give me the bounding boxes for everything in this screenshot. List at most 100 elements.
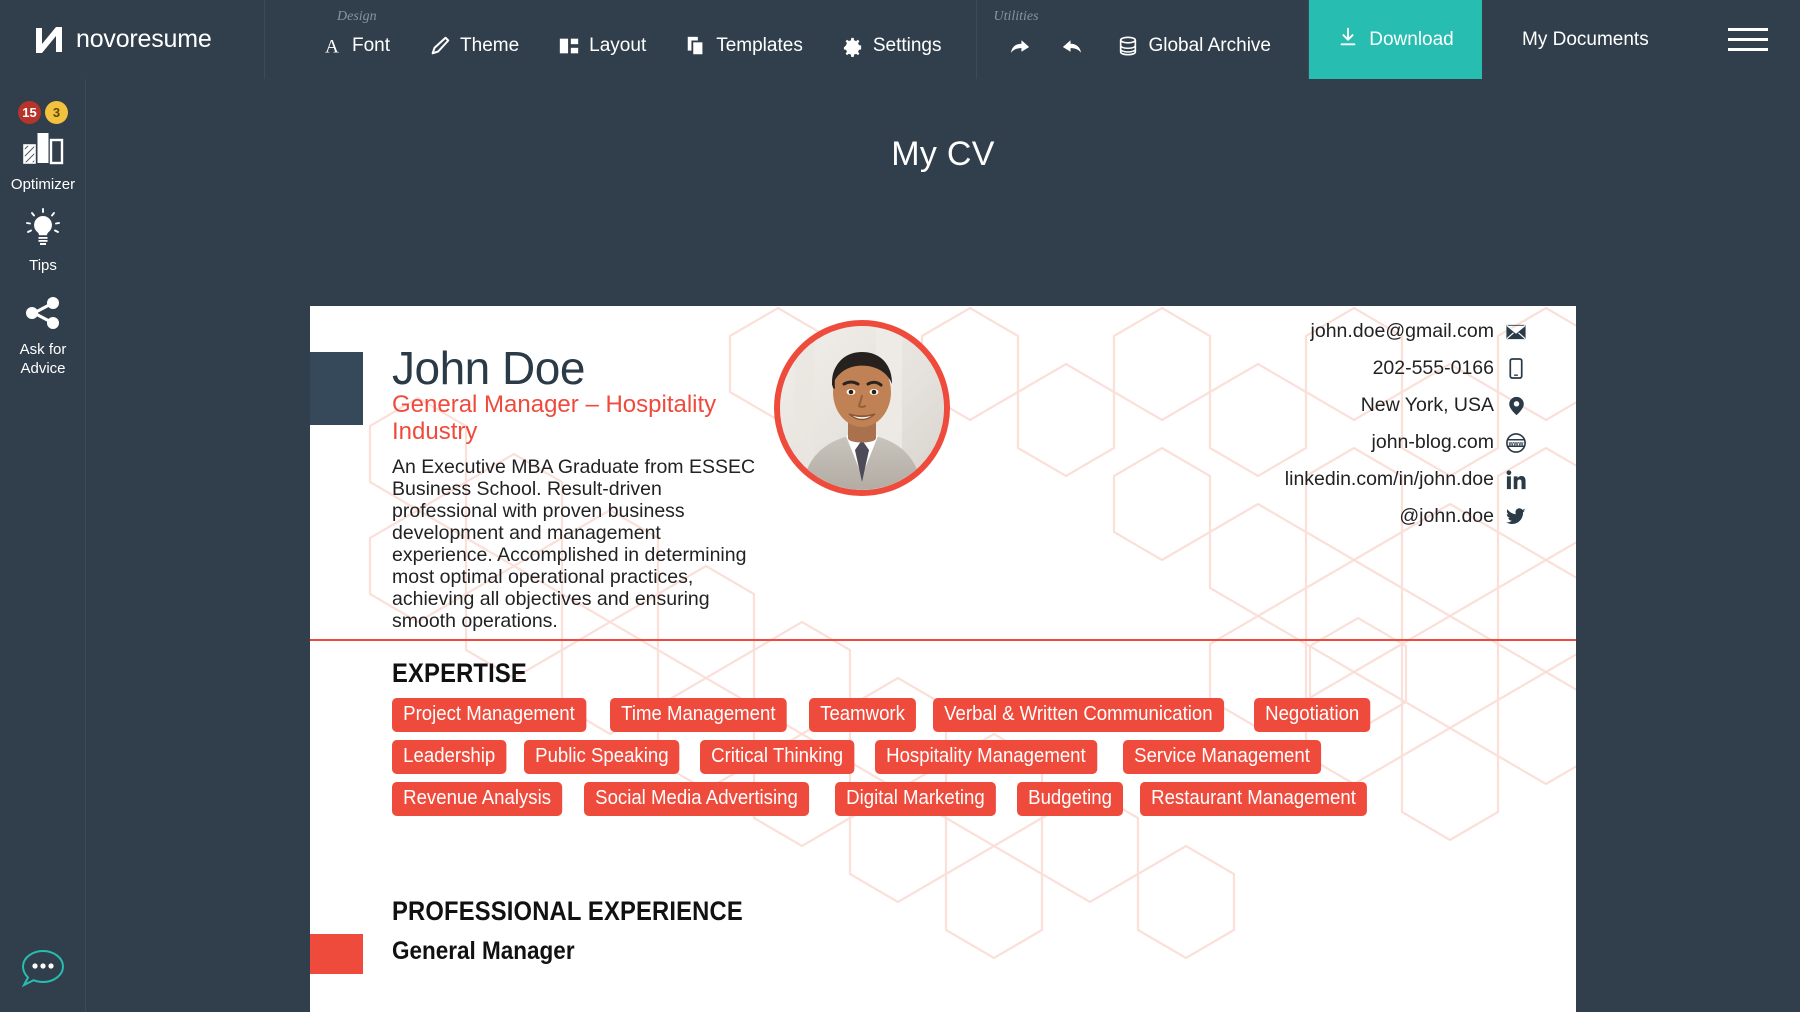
status-badge-errors: 15 [18, 101, 41, 124]
expertise-tag[interactable]: Time Management [609, 698, 787, 732]
menu-item-settings-label: Settings [872, 35, 942, 56]
contact-item-phone[interactable]: 202-555-0166 [1373, 353, 1526, 384]
chat-bubble-dots-icon[interactable] [20, 948, 66, 990]
contact-location-text: New York, USA [1360, 394, 1494, 416]
expertise-tag[interactable]: Budgeting [1016, 782, 1123, 816]
download-arrow-icon [1337, 26, 1359, 54]
sidebar-item-optimizer-label: Optimizer [10, 176, 76, 193]
sidebar-item-ask-for-advice-label: Ask for Advice [19, 341, 67, 377]
menu-item-templates-label: Templates [716, 35, 803, 56]
expertise-tag[interactable]: Project Management [392, 698, 586, 732]
download-button[interactable]: Download [1309, 0, 1482, 79]
expertise-tag[interactable]: Critical Thinking [700, 740, 855, 774]
contact-phone-text: 202-555-0166 [1372, 357, 1494, 379]
brand-name: novoresume [76, 25, 212, 53]
gear-icon [841, 35, 864, 58]
website-www-icon: www [1506, 432, 1526, 453]
menu-item-font[interactable]: A Font [301, 29, 409, 63]
expertise-tag[interactable]: Service Management [1122, 740, 1321, 774]
brand-logo-area[interactable]: novoresume [0, 0, 265, 79]
contact-twitter-text: @john.doe [1399, 505, 1494, 527]
svg-text:www: www [1508, 440, 1524, 447]
contact-linkedin-text: linkedin.com/in/john.doe [1284, 468, 1494, 490]
design-menu-group: Design A Font Theme Layout Templates Set… [301, 0, 978, 79]
cv-document[interactable]: John Doe General Manager – Hospitality I… [310, 306, 1576, 1012]
section-heading-professional-experience: PROFESSIONAL EXPERIENCE [392, 896, 743, 926]
expertise-tag[interactable]: Negotiation [1254, 698, 1371, 732]
sidebar-item-optimizer[interactable]: 15 3 Optimizer [0, 101, 86, 194]
expertise-tag[interactable]: Teamwork [808, 698, 916, 732]
contact-list: john.doe@gmail.com 202-555-0166 New York… [1285, 316, 1526, 532]
hamburger-line [1728, 48, 1768, 51]
experience-accent-block [310, 934, 363, 974]
cv-job-role: General Manager – Hospitality Industry [392, 391, 717, 445]
menu-item-theme[interactable]: Theme [409, 29, 538, 63]
page-title: My CV [891, 135, 995, 173]
header-accent-block [310, 352, 363, 425]
utilities-menu-group: Utilities Global Archive [977, 0, 1309, 79]
expertise-tag[interactable]: Leadership [392, 740, 507, 774]
undo-button[interactable] [995, 29, 1046, 63]
expertise-tag[interactable]: Restaurant Management [1139, 782, 1367, 816]
share-nodes-icon [0, 291, 86, 335]
menu-item-settings[interactable]: Settings [822, 29, 961, 63]
menu-item-templates[interactable]: Templates [665, 29, 822, 63]
section-heading-expertise: EXPERTISE [392, 658, 527, 688]
avatar[interactable] [774, 320, 950, 496]
hamburger-line [1728, 28, 1768, 31]
expertise-tag[interactable]: Digital Marketing [834, 782, 996, 816]
sidebar-item-ask-for-advice[interactable]: Ask for Advice [0, 291, 86, 378]
menu-item-global-archive[interactable]: Global Archive [1097, 29, 1290, 63]
undo-arrow-icon [1009, 35, 1032, 58]
utilities-group-label: Utilities [993, 9, 1039, 24]
lightbulb-icon [0, 207, 86, 251]
my-documents-label: My Documents [1522, 28, 1649, 50]
status-badge-warnings: 3 [45, 101, 68, 124]
menu-item-layout[interactable]: Layout [538, 29, 665, 63]
contact-item-linkedin[interactable]: linkedin.com/in/john.doe [1285, 464, 1526, 495]
expertise-tag[interactable]: Social Media Advertising [583, 782, 809, 816]
contact-item-twitter[interactable]: @john.doe [1399, 501, 1526, 532]
my-documents-button[interactable]: My Documents [1482, 0, 1683, 79]
redo-button[interactable] [1046, 29, 1097, 63]
expertise-tag[interactable]: Public Speaking [523, 740, 680, 774]
sidebar-item-tips-label: Tips [29, 257, 57, 274]
cv-full-name: John Doe [392, 342, 585, 394]
expertise-tag[interactable]: Revenue Analysis [392, 782, 563, 816]
menu-item-font-label: Font [352, 35, 391, 56]
font-letter-a-icon: A [320, 35, 343, 58]
menu-item-theme-label: Theme [460, 35, 520, 56]
paintbrush-icon [428, 35, 451, 58]
mobile-phone-icon [1506, 358, 1526, 379]
contact-item-location[interactable]: New York, USA [1361, 390, 1526, 421]
expertise-tag[interactable]: Hospitality Management [875, 740, 1098, 774]
top-toolbar: novoresume Design A Font Theme Layout Te… [0, 0, 1800, 79]
experience-job-title: General Manager [392, 937, 575, 965]
contact-item-website[interactable]: john-blog.com www [1372, 427, 1526, 458]
left-sidebar: 15 3 Optimizer Tips Ask for Advice [0, 79, 86, 1012]
bar-chart-icon [0, 126, 86, 170]
contact-email-text: john.doe@gmail.com [1310, 320, 1494, 342]
expertise-tag-list: Project Management Time Management Teamw… [392, 698, 1492, 816]
profile-photo-image [780, 326, 944, 490]
contact-website-text: john-blog.com [1371, 431, 1494, 453]
expertise-tag[interactable]: Verbal & Written Communication [932, 698, 1224, 732]
menu-item-global-archive-label: Global Archive [1148, 35, 1271, 56]
contact-item-email[interactable]: john.doe@gmail.com [1311, 316, 1526, 347]
layout-blocks-icon [557, 35, 580, 58]
stacked-pages-icon [684, 35, 707, 58]
linkedin-icon [1506, 469, 1526, 490]
sidebar-item-tips[interactable]: Tips [0, 207, 86, 275]
design-group-label: Design [337, 9, 377, 24]
cv-summary-text: An Executive MBA Graduate from ESSEC Bus… [392, 456, 756, 632]
svg-text:A: A [325, 36, 339, 57]
download-button-label: Download [1369, 28, 1454, 50]
hamburger-line [1728, 38, 1768, 41]
document-workspace: My CV John Doe General Manager – Hospita… [86, 79, 1800, 1012]
novoresume-n-logo-icon [32, 23, 66, 57]
optimizer-badges: 15 3 [0, 101, 86, 124]
email-envelope-icon [1506, 322, 1526, 342]
hamburger-menu-icon[interactable] [1728, 0, 1800, 79]
twitter-bird-icon [1506, 507, 1526, 527]
location-pin-icon [1506, 396, 1526, 416]
